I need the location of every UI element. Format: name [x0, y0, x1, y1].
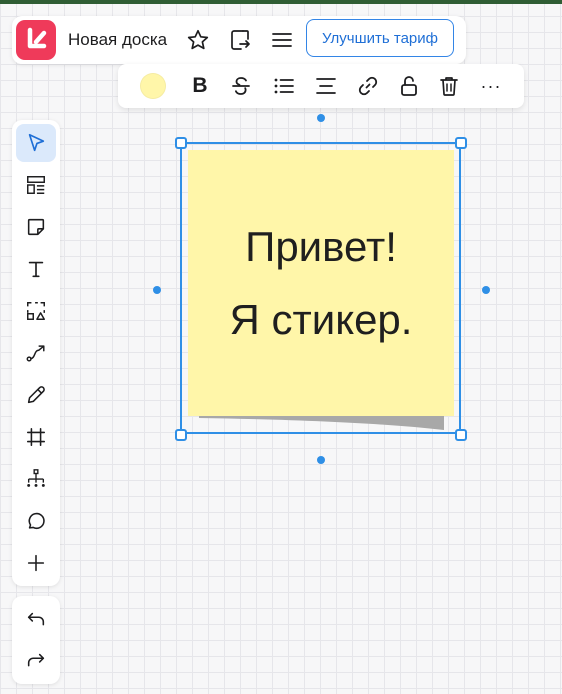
sticker-note[interactable]: Привет! Я стикер.	[188, 150, 454, 416]
link-icon	[358, 76, 378, 96]
menu-button[interactable]	[266, 24, 298, 56]
delete-button[interactable]	[434, 71, 464, 101]
connection-point-left[interactable]	[153, 286, 161, 294]
connection-point-bottom[interactable]	[317, 456, 325, 464]
resize-handle-bottom-right[interactable]	[455, 429, 467, 441]
sticky-note-icon	[27, 218, 45, 236]
redo-button[interactable]	[16, 642, 56, 680]
redo-icon	[27, 653, 45, 667]
favorite-button[interactable]	[182, 24, 214, 56]
lock-button[interactable]	[394, 71, 424, 101]
cursor-icon	[28, 133, 45, 152]
tool-add[interactable]	[16, 544, 56, 582]
star-icon	[187, 29, 209, 50]
mindmap-icon	[27, 469, 45, 487]
bold-icon: B	[192, 74, 208, 97]
align-button[interactable]	[311, 71, 341, 101]
tool-connector[interactable]	[16, 334, 56, 372]
undo-button[interactable]	[16, 601, 56, 639]
connection-point-right[interactable]	[482, 286, 490, 294]
history-toolbar	[12, 596, 60, 684]
undo-icon	[27, 612, 45, 626]
tool-mindmap[interactable]	[16, 460, 56, 498]
sticker-context-toolbar: B ···	[118, 64, 524, 108]
trash-icon	[440, 77, 458, 96]
bullet-list-button[interactable]	[269, 71, 299, 101]
hamburger-menu-icon	[272, 33, 292, 47]
pencil-icon	[27, 386, 45, 404]
tool-comment[interactable]	[16, 502, 56, 540]
tool-pen[interactable]	[16, 376, 56, 414]
connection-point-top[interactable]	[317, 114, 325, 122]
share-button[interactable]	[224, 24, 256, 56]
export-board-icon	[231, 30, 250, 50]
tool-text[interactable]	[16, 250, 56, 288]
top-accent-line	[0, 0, 562, 4]
color-swatch	[140, 73, 166, 99]
strikethrough-button[interactable]	[226, 71, 256, 101]
upgrade-plan-button[interactable]: Улучшить тариф	[306, 19, 454, 57]
bold-button[interactable]: B	[185, 71, 215, 101]
sticker-text-line-2[interactable]: Я стикер.	[230, 283, 413, 357]
more-icon: ···	[480, 75, 502, 96]
text-icon	[28, 261, 44, 278]
resize-handle-top-left[interactable]	[175, 137, 187, 149]
tool-frame[interactable]	[16, 418, 56, 456]
left-toolbar	[12, 120, 60, 586]
board-title[interactable]: Новая доска	[68, 30, 167, 50]
unlock-icon	[401, 76, 417, 96]
color-picker-button[interactable]	[138, 71, 168, 101]
plus-icon	[27, 554, 45, 572]
logo-icon	[27, 27, 47, 49]
tool-sticker[interactable]	[16, 208, 56, 246]
connector-icon	[26, 345, 45, 362]
align-center-icon	[316, 78, 336, 94]
tool-select[interactable]	[16, 124, 56, 162]
resize-handle-top-right[interactable]	[455, 137, 467, 149]
templates-icon	[27, 176, 45, 194]
app-logo[interactable]	[16, 20, 56, 60]
frame-icon	[26, 427, 46, 447]
comment-icon	[28, 512, 45, 529]
link-button[interactable]	[353, 71, 383, 101]
shapes-icon	[27, 302, 45, 320]
top-bar: Новая доска Улучшить тариф	[12, 16, 466, 64]
bullet-list-icon	[274, 78, 294, 94]
tool-templates[interactable]	[16, 166, 56, 204]
tool-shapes[interactable]	[16, 292, 56, 330]
more-options-button[interactable]: ···	[476, 71, 506, 101]
resize-handle-bottom-left[interactable]	[175, 429, 187, 441]
sticker-text-line-1[interactable]: Привет!	[245, 210, 397, 284]
strikethrough-icon	[232, 77, 250, 95]
